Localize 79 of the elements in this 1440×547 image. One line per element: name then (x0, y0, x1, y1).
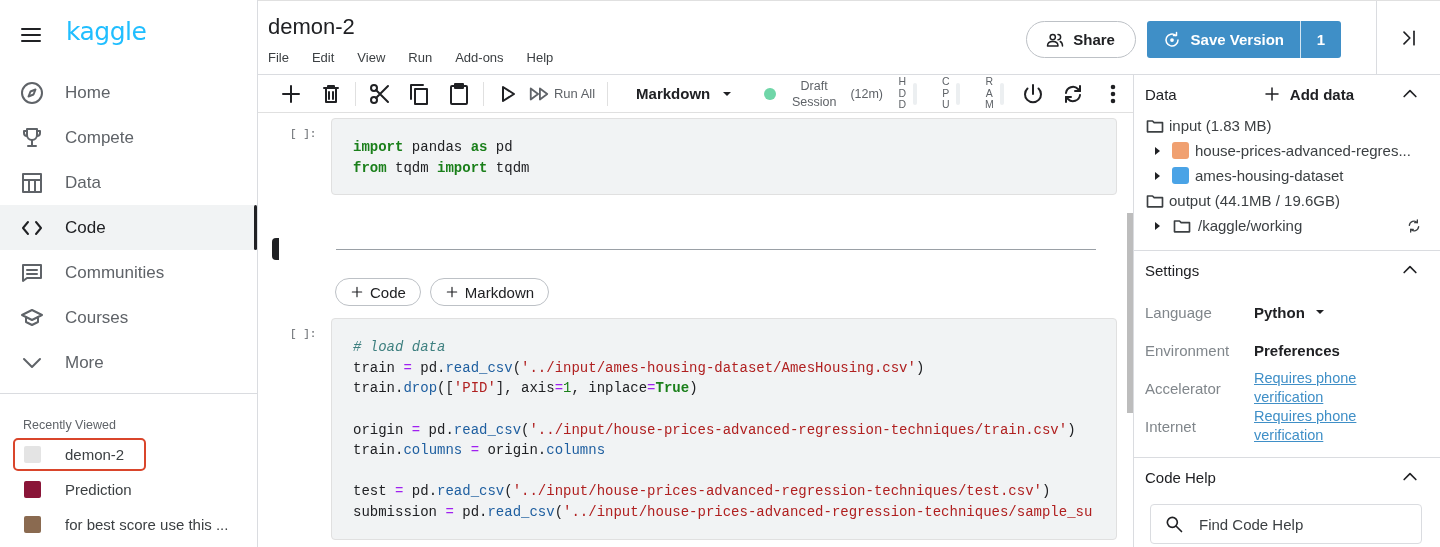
menu-item[interactable]: Add-ons (455, 50, 504, 65)
session-label: Draft Session (790, 77, 838, 110)
version-count-button[interactable]: 1 (1301, 21, 1341, 58)
cell-type-dropdown[interactable]: Markdown (636, 85, 732, 102)
tree-item[interactable]: ames-housing-dataset (1172, 167, 1422, 184)
add-data-button[interactable]: Add data (1262, 85, 1354, 103)
code-line: import pandas as pd (353, 138, 514, 157)
code-line: from tqdm import tqdm (353, 158, 531, 178)
refresh-icon[interactable] (1406, 217, 1422, 234)
code-cell[interactable] (331, 318, 1117, 540)
search-icon (1164, 514, 1184, 534)
run-all-button[interactable]: Run All (527, 82, 596, 105)
code-cell[interactable]: import pandas as pd from tqdm import tqdm (331, 118, 1117, 196)
setting-label: Accelerator (1145, 379, 1222, 397)
save-version-button[interactable]: Save Version (1146, 21, 1301, 58)
section-title: Settings (1145, 261, 1201, 279)
menu-item[interactable]: File (268, 50, 289, 65)
cell-prompt: [ ]: (289, 127, 318, 140)
tree-item[interactable]: house-prices-advanced-regres... (1172, 142, 1422, 159)
code-line: # load data (353, 338, 447, 358)
add-cell-button[interactable]: Markdown (429, 278, 550, 307)
compass-icon (20, 80, 44, 105)
notebook-title[interactable]: demon-2 (268, 14, 1026, 40)
language-dropdown[interactable]: Python (1254, 303, 1324, 321)
verification-link[interactable]: Requires phone verification (1254, 369, 1384, 407)
plus-icon (350, 285, 364, 300)
dataset-thumbnail-icon (1172, 167, 1189, 184)
meter-label: RAM (984, 76, 995, 111)
plus-icon (1262, 85, 1281, 103)
thumbnail-icon (24, 516, 41, 533)
meter-label: HDD (897, 76, 908, 111)
cell-prompt: [ ]: (289, 327, 318, 341)
code-line: train.drop(['PID'], axis=1, inplace=True) (353, 379, 699, 399)
table-icon (20, 170, 44, 195)
code-line: train.columns = origin.columns (353, 441, 607, 461)
nav-item[interactable]: More (0, 340, 257, 385)
expand-caret-icon[interactable] (1155, 171, 1160, 180)
recent-item[interactable]: for best score use this ... (13, 508, 253, 541)
folder-item[interactable]: output (44.1MB / 19.6GB) (1145, 188, 1440, 213)
nav-item[interactable]: Courses (0, 295, 257, 340)
setting-label: Environment (1145, 341, 1231, 359)
setting-label: Internet (1145, 417, 1197, 435)
code-line: train = pd.read_csv('../input/ames-housing-dataset/AmesHousing.csv') (353, 358, 926, 378)
verification-link[interactable]: Requires phone verification (1254, 407, 1384, 445)
thumbnail-icon (24, 481, 41, 498)
section-title: Code Help (1145, 468, 1217, 486)
code-line: origin = pd.read_csv('../input/house-prices-advanced-regression-techniques/train.csv') (353, 420, 1077, 440)
nav-item[interactable]: Data (0, 160, 257, 205)
plus-icon (444, 285, 459, 300)
thumbnail-icon (24, 446, 41, 463)
share-button[interactable]: Share (1025, 21, 1136, 58)
expand-caret-icon[interactable] (1155, 221, 1160, 230)
refresh-icon (1162, 30, 1181, 49)
expand-caret-icon[interactable] (1155, 146, 1160, 155)
menu-item[interactable]: View (357, 50, 386, 65)
folder-item[interactable]: input (1.83 MB) (1145, 113, 1440, 138)
recent-item[interactable]: demon-2 (13, 438, 146, 471)
nav-item[interactable]: Code (0, 205, 257, 250)
add-cell-button[interactable]: Code (335, 278, 421, 307)
menu-item[interactable]: Help (526, 50, 554, 65)
meter-label: CPU (941, 76, 951, 111)
menu-item[interactable]: Edit (311, 50, 335, 65)
code-line: submission = pd.read_csv('../input/house-prices-advanced-regression-techniques/sample_su (353, 502, 1094, 522)
preferences-button[interactable]: Preferences (1254, 341, 1340, 359)
nav-item[interactable]: Compete (0, 115, 257, 160)
search-field[interactable]: Find Code Help (1150, 504, 1422, 544)
section-heading: Recently Viewed (22, 417, 117, 434)
recent-item[interactable]: Prediction (13, 473, 146, 506)
tree-item[interactable]: /kaggle/working (1172, 215, 1406, 236)
code-line: test = pd.read_csv('../input/house-prices-advanced-regression-techniques/test.csv') (353, 482, 1052, 502)
nav-item[interactable]: Home (0, 70, 257, 115)
menu-item[interactable]: Run (408, 50, 433, 65)
session-time: (12m) (850, 86, 884, 101)
section-title: Data (1145, 85, 1178, 103)
trophy-icon (20, 125, 44, 150)
setting-label: Language (1145, 303, 1213, 321)
cut-icon[interactable] (367, 81, 392, 106)
dataset-thumbnail-icon (1172, 142, 1189, 159)
nav-item[interactable]: Communities (0, 250, 257, 295)
